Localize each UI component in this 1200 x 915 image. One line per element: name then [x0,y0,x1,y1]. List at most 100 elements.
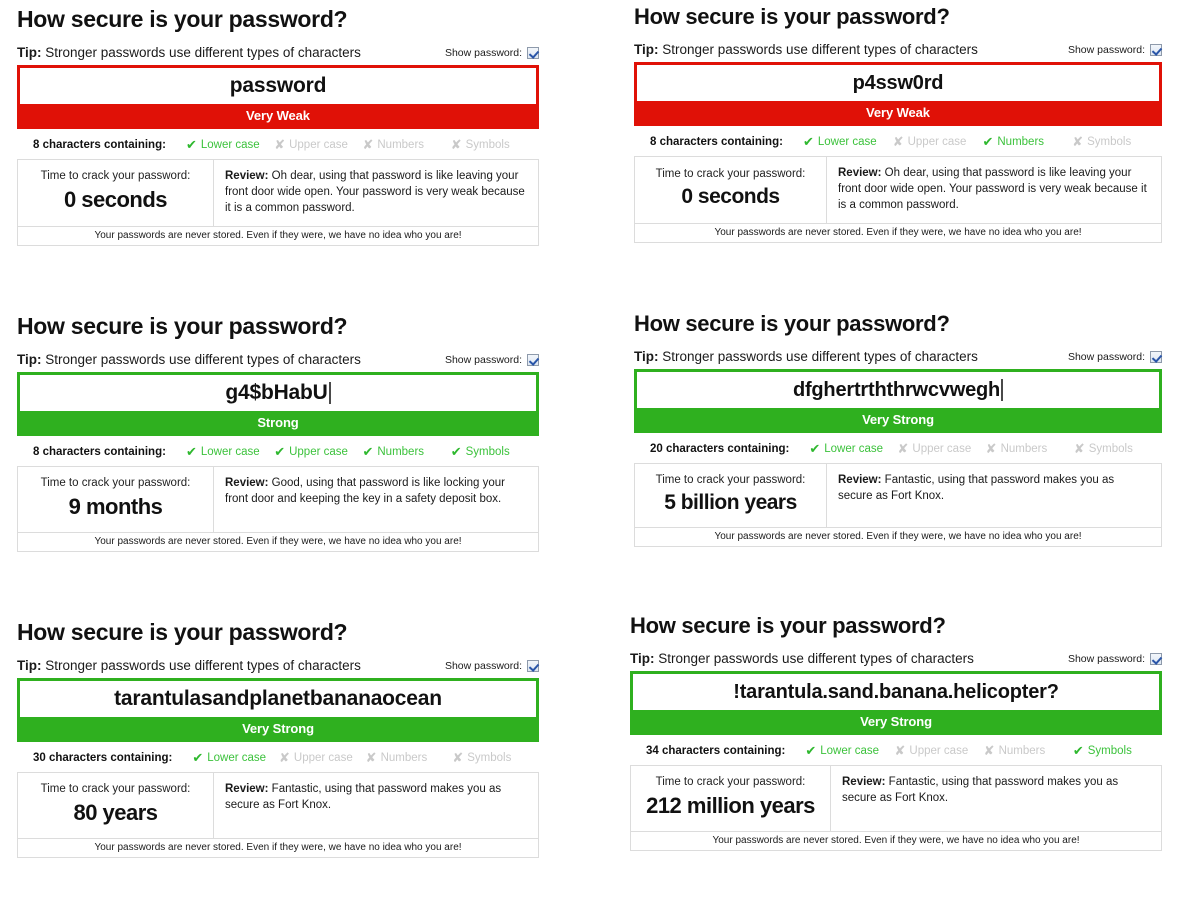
character-type-label: Symbols [465,445,510,458]
character-type-lower-case: ✔ Lower case [186,138,274,151]
cross-icon: ✘ [362,137,374,152]
character-summary-row: 8 characters containing: ✔ Lower case ✔ Uppe… [17,445,539,458]
review-label: Review: [838,167,882,179]
character-count: 34 characters containing: [646,744,786,757]
character-summary-row: 8 characters containing: ✔ Lower case ✘ Uppe… [17,138,539,151]
tip-label: Tip: [634,349,659,364]
character-type-upper-case: ✘ Upper case [898,442,986,455]
review-text: Oh dear, using that password is like lea… [838,167,1147,211]
review-label: Review: [842,776,886,788]
password-checker-panel: How secure is your password? Tip: Stronge… [634,311,1162,547]
character-type-numbers: ✘ Numbers [362,138,450,151]
review-label: Review: [838,474,882,486]
result-table: Time to crack your password: 80 years Revi… [17,772,539,839]
cross-icon: ✘ [1072,134,1084,149]
tip-text: Tip: Stronger passwords use different ty… [17,352,361,367]
show-password-checkbox[interactable] [1150,350,1162,363]
page-title: How secure is your password? [17,6,348,32]
check-icon: ✔ [982,134,994,149]
strength-label-bar: Very Strong [20,717,536,739]
review-cell: Review: Oh dear, using that password is … [214,160,538,226]
check-icon: ✔ [805,743,817,758]
character-type-numbers: ✘ Numbers [984,744,1073,757]
character-type-numbers: ✔ Numbers [982,135,1072,148]
check-icon: ✔ [450,444,462,459]
crack-time-cell: Time to crack your password: 9 months [18,467,214,532]
show-password-label: Show password: [1067,43,1145,56]
review-cell: Review: Good, using that password is lik… [214,467,538,532]
password-value: !tarantula.sand.banana.helicopter? [733,680,1059,703]
strength-label-bar: Very Weak [637,101,1159,123]
character-type-list: ✔ Lower case ✘ Upper case ✘ Numbers ✘ Symbols [192,751,539,764]
character-type-label: Upper case [912,442,972,455]
password-input[interactable]: !tarantula.sand.banana.helicopter? [633,674,1159,710]
password-strength-card: !tarantula.sand.banana.helicopter? Very S… [630,671,1162,735]
strength-label-bar: Strong [20,411,536,433]
character-type-upper-case: ✔ Upper case [274,445,362,458]
review-label: Review: [225,477,269,489]
character-type-lower-case: ✔ Lower case [192,751,279,764]
show-password-toggle[interactable]: Show password: [444,46,539,59]
tip-text: Tip: Stronger passwords use different ty… [634,349,978,364]
character-type-list: ✔ Lower case ✘ Upper case ✘ Numbers ✔ Symbols [805,744,1162,757]
show-password-checkbox[interactable] [527,46,539,59]
show-password-label: Show password: [444,353,522,366]
character-type-lower-case: ✔ Lower case [805,744,894,757]
password-strength-card: g4$bHabU Strong [17,372,539,436]
show-password-toggle[interactable]: Show password: [1067,43,1162,56]
show-password-toggle[interactable]: Show password: [1068,350,1162,363]
crack-time-cell: Time to crack your password: 0 seconds [635,157,827,223]
character-count: 30 characters containing: [33,751,173,764]
show-password-checkbox[interactable] [1150,652,1162,665]
password-checker-panel: How secure is your password? Tip: Stronge… [17,6,539,246]
privacy-disclaimer: Your passwords are never stored. Even if… [17,226,539,246]
password-value: p4ssw0rd [852,71,944,94]
show-password-label: Show password: [444,46,522,59]
password-input[interactable]: g4$bHabU [20,375,536,411]
character-type-symbols: ✘ Symbols [1074,442,1162,455]
character-type-label: Upper case [293,751,353,764]
review-text: Oh dear, using that password is like lea… [225,170,525,214]
tip-body: Stronger passwords use different types o… [658,349,978,364]
password-value: password [229,74,327,97]
tip-row: Tip: Stronger passwords use different ty… [630,651,1162,666]
show-password-toggle[interactable]: Show password: [445,659,539,672]
character-type-upper-case: ✘ Upper case [893,135,983,148]
strength-label-bar: Very Strong [637,408,1159,430]
character-type-symbols: ✔ Symbols [451,445,539,458]
password-input[interactable]: password [20,68,536,104]
character-type-label: Upper case [909,744,969,757]
password-input[interactable]: tarantulasandplanetbananaocean [20,681,536,717]
check-icon: ✔ [192,750,204,765]
privacy-disclaimer: Your passwords are never stored. Even if… [630,832,1162,851]
tip-row: Tip: Stronger passwords use different ty… [17,658,539,673]
password-input[interactable]: p4ssw0rd [637,65,1159,101]
text-caret [1001,379,1004,401]
cross-icon: ✘ [892,134,904,149]
character-type-label: Lower case [200,138,260,151]
character-summary-row: 8 characters containing: ✔ Lower case ✘ Uppe… [634,135,1162,148]
password-strength-grid: How secure is your password? Tip: Stronge… [0,0,1200,915]
character-type-label: Numbers [377,138,425,151]
character-type-label: Lower case [820,744,880,757]
tip-row: Tip: Stronger passwords use different ty… [17,352,539,367]
show-password-toggle[interactable]: Show password: [1068,652,1162,665]
tip-body: Stronger passwords use different types o… [41,45,361,60]
character-type-label: Upper case [907,135,967,148]
password-checker-panel: How secure is your password? Tip: Stronge… [17,313,539,552]
review-cell: Review: Oh dear, using that password is … [827,157,1161,223]
character-type-lower-case: ✔ Lower case [186,445,274,458]
password-value: tarantulasandplanetbananaocean [114,687,442,710]
result-table: Time to crack your password: 0 seconds Rev… [17,159,539,227]
password-input[interactable]: dfghertrththrwcvwegh [637,372,1159,408]
privacy-disclaimer: Your passwords are never stored. Even if… [634,223,1162,243]
show-password-toggle[interactable]: Show password: [444,353,539,366]
character-type-symbols: ✘ Symbols [451,138,539,151]
show-password-checkbox[interactable] [1150,43,1162,56]
show-password-checkbox[interactable] [527,659,539,672]
show-password-checkbox[interactable] [527,353,539,366]
page-title: How secure is your password? [17,313,348,339]
character-type-label: Lower case [824,442,884,455]
crack-time-value: 80 years [73,800,158,825]
character-summary-row: 30 characters containing: ✔ Lower case ✘ Upp… [17,751,539,764]
